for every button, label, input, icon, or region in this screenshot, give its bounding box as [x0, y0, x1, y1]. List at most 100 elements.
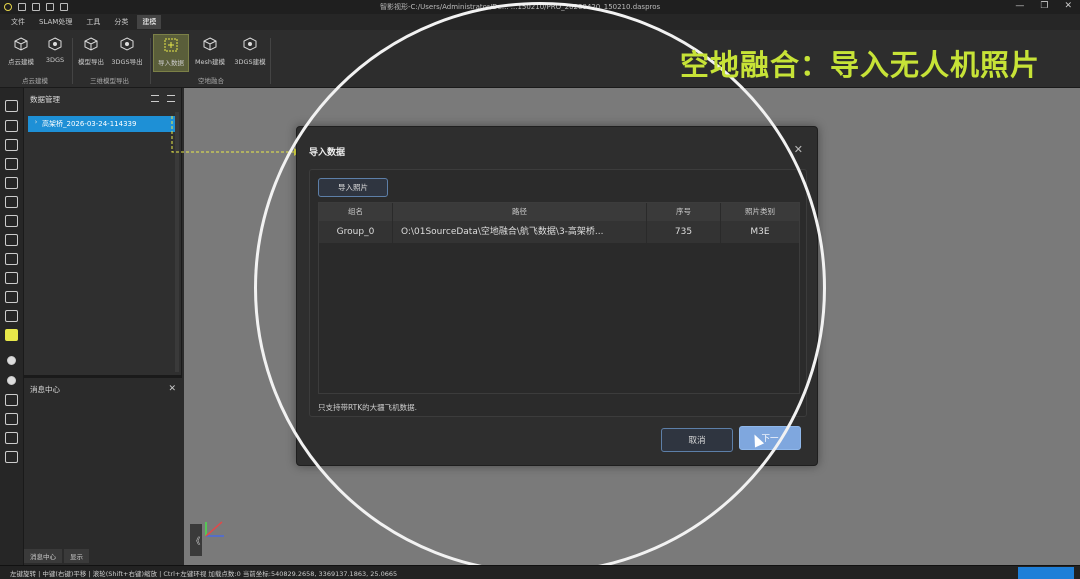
import-data-icon: [164, 38, 178, 52]
message-panel-header: 消息中心: [24, 378, 182, 400]
table-header: 组名 路径 序号 照片类别: [319, 203, 799, 221]
edl-icon[interactable]: [5, 291, 18, 303]
tree-item-project[interactable]: › 高架桥_2026-03-24-114339: [28, 116, 176, 132]
cell-category: M3E: [750, 227, 770, 237]
photo-group-table: 组名 路径 序号 照片类别 Group_0 O:\01SourceData\空地…: [318, 202, 800, 394]
dots-remove-icon[interactable]: [5, 451, 18, 463]
3dgs-modeling-icon: [243, 37, 257, 51]
menu-slam[interactable]: SLAM处理: [34, 15, 77, 29]
tab-message-center[interactable]: 消息中心: [24, 549, 62, 563]
box-icon[interactable]: [5, 215, 18, 227]
next-button[interactable]: 下一: [739, 426, 801, 450]
title-bar: 智影视形-C:/Users/Administrator/De... ...150…: [0, 0, 1080, 14]
3dgs-export-button[interactable]: 3DGS导出: [110, 34, 144, 72]
annotation-arrow: [171, 116, 300, 156]
close-button[interactable]: ✕: [1064, 1, 1072, 11]
app-logo-icon: [4, 3, 12, 11]
model-export-icon: [84, 37, 98, 51]
message-panel-title: 消息中心: [30, 384, 60, 394]
import-data-dialog: 导入数据 ✕ 导入照片 组名 路径 序号 照片类别 Group_0 O:\01S…: [296, 126, 818, 466]
tree-item-label: 高架桥_2026-03-24-114339: [42, 120, 137, 128]
cancel-button[interactable]: 取消: [661, 428, 733, 452]
3dgs-modeling-button[interactable]: 3DGS建模: [233, 34, 267, 72]
pointcloud-modeling-button[interactable]: 点云建模: [4, 34, 38, 72]
column-photo-category[interactable]: 照片类别: [721, 203, 799, 221]
save-icon[interactable]: [60, 3, 68, 11]
data-panel-header: 数据管理: [24, 88, 181, 110]
yellow-cube-icon[interactable]: [5, 329, 18, 341]
list-remove-icon[interactable]: [5, 413, 18, 425]
overlay-caption: 空地融合：导入无人机照片: [680, 48, 1041, 82]
open-folder-icon[interactable]: [32, 3, 40, 11]
menu-tools[interactable]: 工具: [81, 15, 105, 29]
quick-access-toolbar: [0, 3, 68, 11]
import-photos-button[interactable]: 导入照片: [318, 178, 388, 197]
minimize-button[interactable]: —: [1015, 1, 1024, 11]
status-progress: [1018, 567, 1074, 579]
list-add-icon[interactable]: [5, 394, 18, 406]
dialog-content: 导入照片 组名 路径 序号 照片类别 Group_0 O:\01SourceDa…: [309, 169, 807, 417]
model-export-label: 模型导出: [78, 58, 104, 66]
cloud-process-icon[interactable]: [5, 158, 18, 170]
group-3d-model-export: 三维模型导出: [90, 77, 129, 85]
maximize-button[interactable]: ❐: [1040, 1, 1048, 11]
cell-group: Group_0: [319, 221, 393, 243]
bottom-tabs: 消息中心 显示: [24, 549, 182, 563]
dots-add-icon[interactable]: [5, 432, 18, 444]
group-air-ground-fusion: 空地融合: [198, 77, 224, 85]
collapse-all-icon[interactable]: [151, 95, 159, 102]
measure-icon[interactable]: [5, 253, 18, 265]
import-data-button[interactable]: 导入数据: [153, 34, 189, 72]
table-row[interactable]: Group_0 O:\01SourceData\空地融合\航飞数据\3-高架桥.…: [319, 221, 799, 243]
rgb-icon[interactable]: [5, 100, 18, 112]
3dgs-export-label: 3DGS导出: [111, 58, 143, 66]
data-management-panel: 数据管理 › 高架桥_2026-03-24-114339: [24, 88, 182, 375]
point-add-icon[interactable]: [7, 356, 16, 365]
status-bar: 左键旋转 | 中键(右键)平移 | 滚轮(Shift+右键)缩放 | Ctrl+…: [0, 565, 1080, 579]
list-view-icon[interactable]: [167, 95, 175, 102]
column-index[interactable]: 序号: [647, 203, 721, 221]
tab-display[interactable]: 显示: [64, 549, 89, 563]
3dgs-modeling-label: 3DGS建模: [234, 58, 266, 66]
3dgs-icon: [48, 37, 62, 51]
mesh-modeling-button[interactable]: Mesh建模: [193, 34, 227, 72]
cloud-filter-icon[interactable]: [5, 139, 18, 151]
axis-gizmo-icon: [205, 521, 224, 537]
ribbon-separator: [150, 38, 151, 84]
box-outline-icon[interactable]: [5, 310, 18, 322]
stack-icon[interactable]: [5, 234, 18, 246]
cloud-icon[interactable]: [5, 120, 18, 132]
cube-tool-icon[interactable]: [5, 196, 18, 208]
mesh-icon: [203, 37, 217, 51]
window-title: 智影视形-C:/Users/Administrator/De... ...150…: [380, 3, 661, 11]
close-icon[interactable]: ✕: [168, 384, 176, 394]
pointcloud-modeling-label: 点云建模: [8, 58, 34, 66]
open-file-icon[interactable]: [46, 3, 54, 11]
point-remove-icon[interactable]: [7, 376, 16, 385]
column-path[interactable]: 路径: [393, 203, 647, 221]
collapse-panel-button[interactable]: 《: [190, 524, 202, 556]
menu-modeling[interactable]: 建模: [137, 15, 162, 29]
menu-classify[interactable]: 分类: [109, 15, 133, 29]
left-toolbar: [0, 88, 24, 565]
layers-icon[interactable]: [5, 177, 18, 189]
send-icon[interactable]: [5, 272, 18, 284]
data-panel-header-icons: [151, 95, 175, 102]
cell-path: O:\01SourceData\空地融合\航飞数据\3-高架桥...: [393, 221, 647, 243]
chevron-right-icon[interactable]: ›: [30, 118, 42, 126]
dialog-close-icon[interactable]: ✕: [794, 143, 803, 156]
window-controls: — ❐ ✕: [1015, 1, 1072, 11]
status-text: 左键旋转 | 中键(右键)平移 | 滚轮(Shift+右键)缩放 | Ctrl+…: [10, 570, 398, 578]
message-center-panel: 消息中心 ✕: [24, 375, 182, 547]
3dgs-button[interactable]: 3DGS: [38, 34, 72, 72]
new-file-icon[interactable]: [18, 3, 26, 11]
3dgs-export-icon: [120, 37, 134, 51]
3dgs-label: 3DGS: [45, 56, 65, 64]
dialog-hint: 只支持带RTK的大疆飞机数据.: [318, 403, 418, 412]
menu-bar: 文件 SLAM处理 工具 分类 建模: [0, 14, 1080, 30]
import-data-label: 导入数据: [158, 59, 184, 67]
cube-icon: [14, 37, 28, 51]
model-export-button[interactable]: 模型导出: [74, 34, 108, 72]
menu-file[interactable]: 文件: [6, 15, 30, 29]
column-group-name[interactable]: 组名: [319, 203, 393, 221]
